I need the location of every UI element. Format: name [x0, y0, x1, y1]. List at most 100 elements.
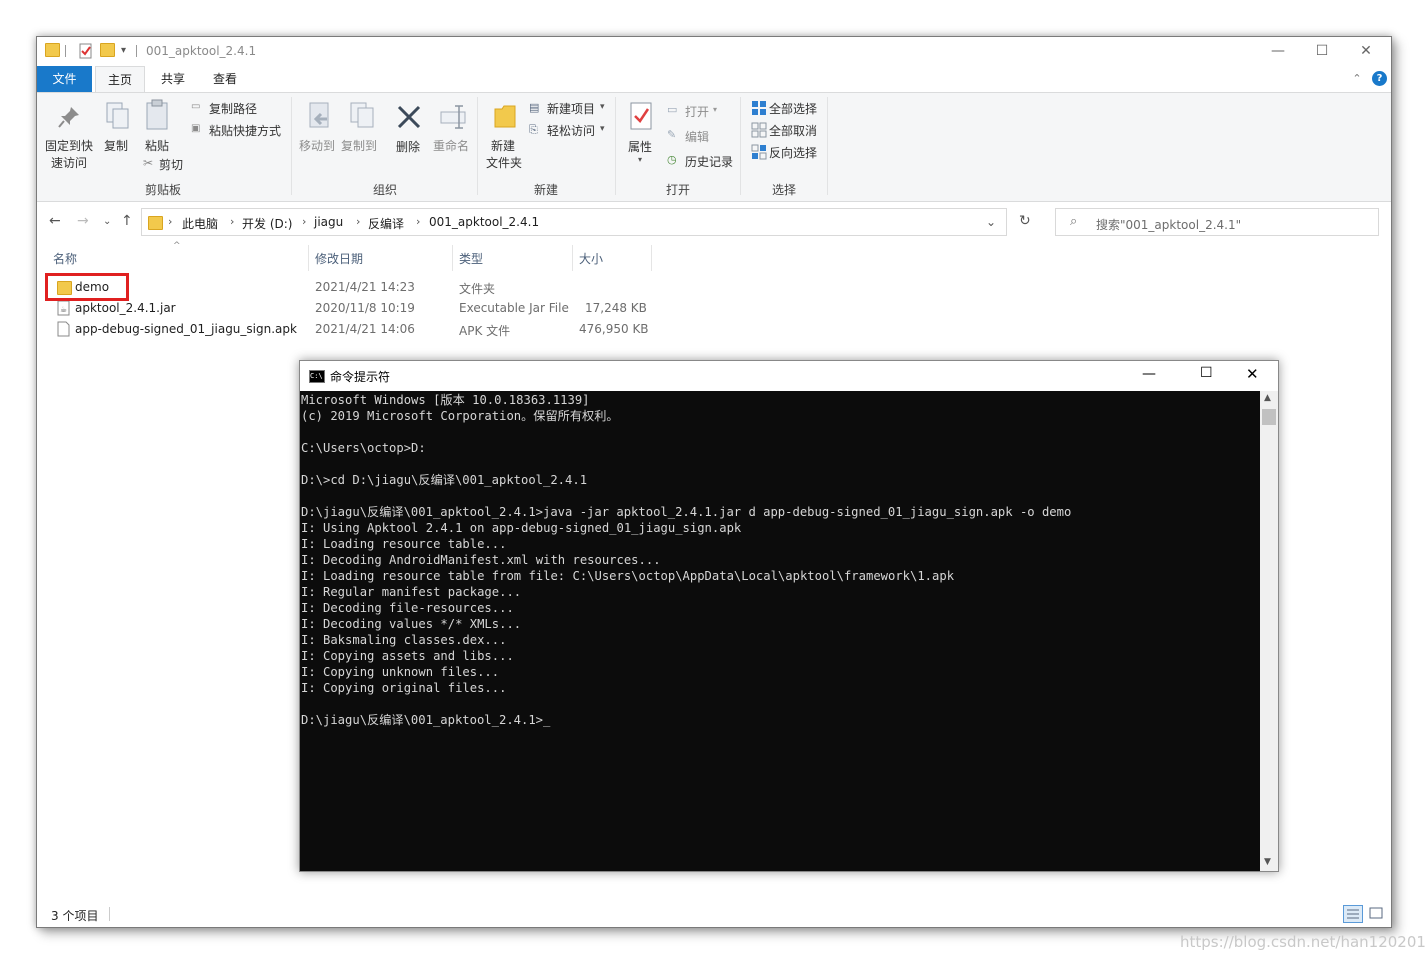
history-label[interactable]: 历史记录 — [685, 153, 733, 170]
collapse-ribbon-icon[interactable]: ⌃ — [1349, 66, 1365, 92]
new-item-label[interactable]: 新建项目 — [547, 100, 595, 117]
close-button[interactable]: ✕ — [1343, 37, 1389, 66]
highlight-box — [45, 273, 129, 301]
cmd-console-output[interactable]: Microsoft Windows [版本 10.0.18363.1139] (c… — [300, 391, 1260, 871]
cmd-close-button[interactable]: ✕ — [1246, 365, 1259, 383]
cmd-minimize-button[interactable]: — — [1142, 366, 1156, 382]
select-none-label[interactable]: 全部取消 — [769, 122, 817, 139]
open-label[interactable]: 打开 — [685, 103, 709, 120]
tab-view[interactable]: 查看 — [205, 66, 245, 92]
edit-label[interactable]: 编辑 — [685, 128, 709, 145]
breadcrumb-this-pc[interactable]: 此电脑 — [182, 215, 218, 232]
breadcrumb-decompile[interactable]: 反编译 — [368, 215, 404, 232]
new-folder-icon[interactable] — [100, 43, 115, 59]
chevron-right-icon[interactable]: › — [302, 215, 306, 228]
chevron-right-icon[interactable]: › — [168, 215, 172, 228]
address-dropdown-icon[interactable]: ⌄ — [986, 215, 996, 229]
move-to-label[interactable]: 移动到 — [299, 137, 335, 154]
cmd-maximize-button[interactable]: ☐ — [1200, 365, 1213, 381]
up-arrow-icon[interactable]: ↑ — [121, 213, 133, 229]
tab-file[interactable]: 文件 — [37, 66, 92, 92]
copy-to-label[interactable]: 复制到 — [341, 137, 377, 154]
scissors-icon[interactable]: ✂ — [143, 156, 153, 170]
tab-home[interactable]: 主页 — [95, 66, 145, 92]
edit-icon[interactable]: ✎ — [667, 128, 676, 141]
chevron-down-icon[interactable]: ▾ — [638, 155, 642, 164]
column-header-size[interactable]: 大小 — [579, 250, 603, 267]
paste-shortcut-label[interactable]: 粘贴快捷方式 — [209, 122, 281, 139]
address-bar[interactable]: › 此电脑 › 开发 (D:) › jiagu › 反编译 › 001_apkt… — [141, 208, 1007, 236]
chevron-right-icon[interactable]: › — [230, 215, 234, 228]
large-icons-view-icon[interactable] — [1367, 905, 1387, 923]
copy-icon[interactable] — [105, 101, 131, 134]
copy-to-icon[interactable] — [349, 101, 377, 134]
cut-label[interactable]: 剪切 — [159, 156, 183, 173]
new-item-icon[interactable]: ▤ — [529, 101, 539, 114]
history-icon[interactable]: ◷ — [667, 153, 677, 166]
new-folder-label-2[interactable]: 文件夹 — [486, 154, 522, 171]
minimize-button[interactable]: — — [1255, 37, 1301, 66]
details-view-icon[interactable] — [1343, 905, 1363, 923]
delete-x-icon[interactable] — [395, 103, 423, 134]
delete-label[interactable]: 删除 — [396, 138, 420, 155]
move-to-icon[interactable] — [307, 101, 335, 134]
list-item-apktool-jar[interactable]: ☕ apktool_2.4.1.jar 2020/11/8 10:19 Exec… — [45, 298, 665, 319]
customize-dropdown-icon[interactable]: ▾ — [121, 45, 126, 61]
select-all-label[interactable]: 全部选择 — [769, 100, 817, 117]
easy-access-label[interactable]: 轻松访问 — [547, 122, 595, 139]
copy-path-icon[interactable]: ▭ — [191, 101, 200, 112]
list-item-demo[interactable]: demo 2021/4/21 14:23 文件夹 — [45, 277, 665, 298]
copy-label[interactable]: 复制 — [104, 137, 128, 154]
scroll-up-icon[interactable]: ▲ — [1264, 393, 1271, 403]
breadcrumb-current-folder[interactable]: 001_apktool_2.4.1 — [429, 215, 539, 229]
back-arrow-icon[interactable]: ← — [49, 213, 61, 229]
list-item-apk[interactable]: app-debug-signed_01_jiagu_sign.apk 2021/… — [45, 319, 665, 340]
chevron-right-icon[interactable]: › — [356, 215, 360, 228]
chevron-right-icon[interactable]: › — [416, 215, 420, 228]
jar-file-icon: ☕ — [57, 300, 71, 319]
pin-label-2[interactable]: 速访问 — [51, 154, 87, 171]
breadcrumb-jiagu[interactable]: jiagu — [314, 215, 343, 229]
properties-check-icon[interactable] — [79, 43, 93, 59]
refresh-icon[interactable]: ↻ — [1019, 213, 1031, 229]
select-all-icon[interactable] — [751, 100, 767, 119]
column-divider[interactable] — [452, 245, 453, 271]
invert-selection-label[interactable]: 反向选择 — [769, 144, 817, 161]
column-divider[interactable] — [572, 245, 573, 271]
search-input[interactable]: ⌕ 搜索"001_apktool_2.4.1" — [1055, 208, 1379, 236]
properties-icon[interactable] — [629, 101, 653, 134]
rename-icon[interactable] — [439, 103, 469, 134]
easy-access-icon[interactable]: ⎘ — [529, 123, 538, 137]
help-icon[interactable]: ? — [1372, 71, 1387, 86]
forward-arrow-icon[interactable]: → — [77, 213, 89, 229]
chevron-down-icon[interactable]: ▾ — [600, 124, 605, 134]
select-none-icon[interactable] — [751, 122, 767, 141]
new-folder-label-1[interactable]: 新建 — [491, 137, 515, 154]
column-divider[interactable] — [308, 245, 309, 271]
new-folder-icon[interactable] — [493, 103, 517, 132]
column-header-modified[interactable]: 修改日期 — [315, 250, 363, 267]
recent-locations-icon[interactable]: ⌄ — [103, 216, 111, 227]
watermark: https://blog.csdn.net/han1202012 — [1180, 933, 1426, 951]
copy-path-label[interactable]: 复制路径 — [209, 100, 257, 117]
paste-label[interactable]: 粘贴 — [145, 137, 169, 154]
column-header-name[interactable]: 名称 — [53, 250, 77, 267]
breadcrumb-drive-d[interactable]: 开发 (D:) — [242, 215, 292, 232]
cmd-scrollbar[interactable]: ▲ ▼ — [1260, 391, 1278, 871]
scroll-down-icon[interactable]: ▼ — [1264, 857, 1271, 867]
tab-share[interactable]: 共享 — [153, 66, 193, 92]
pin-icon[interactable] — [57, 105, 81, 132]
chevron-down-icon[interactable]: ▾ — [713, 105, 717, 114]
paste-icon[interactable] — [145, 99, 171, 134]
maximize-button[interactable]: ☐ — [1299, 37, 1345, 66]
pin-label-1[interactable]: 固定到快 — [45, 137, 93, 154]
rename-label[interactable]: 重命名 — [433, 137, 469, 154]
column-header-type[interactable]: 类型 — [459, 250, 483, 267]
paste-shortcut-icon[interactable]: ▣ — [191, 123, 200, 134]
properties-label[interactable]: 属性 — [628, 138, 652, 155]
invert-selection-icon[interactable] — [751, 144, 767, 163]
chevron-down-icon[interactable]: ▾ — [600, 102, 605, 112]
open-icon[interactable]: ▭ — [667, 103, 677, 116]
scroll-thumb[interactable] — [1262, 409, 1276, 425]
column-divider[interactable] — [651, 245, 652, 271]
